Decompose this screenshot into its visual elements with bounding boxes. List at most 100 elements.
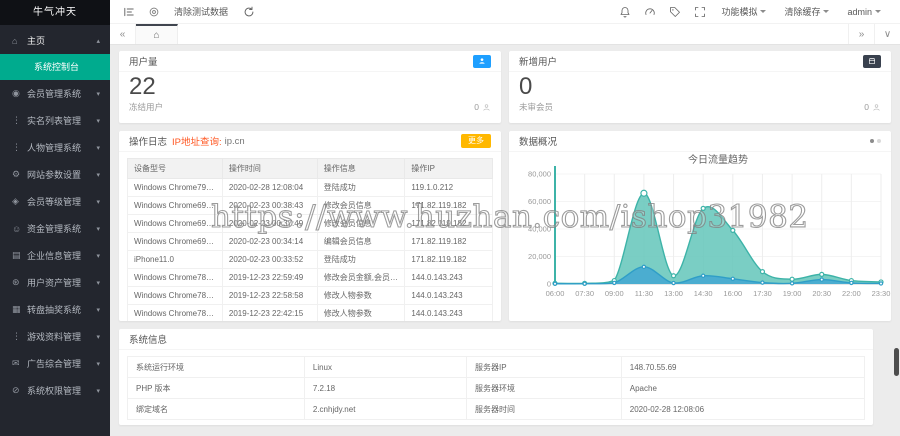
stat-row: 用户量 22 冻结用户 0 新增用户 0 未审会员 0 [119, 51, 891, 123]
fullscreen-icon[interactable] [687, 0, 712, 23]
svg-text:0: 0 [547, 280, 551, 289]
svg-text:09:00: 09:00 [605, 289, 624, 298]
person-outline-icon [483, 103, 490, 111]
table-cell: 修改会员信息 [316, 196, 406, 215]
table-cell: 144.0.143.243 [404, 268, 493, 287]
menu-function-sim[interactable]: 功能模拟 [721, 5, 767, 18]
sidebar-item-permissions[interactable]: ⊘ 系统权限管理 ▾ [0, 377, 110, 404]
chevron-down-icon: ▾ [96, 117, 100, 125]
table-cell: 144.0.143.243 [404, 286, 493, 305]
sidebar-item-ads[interactable]: ✉ 广告综合管理 ▾ [0, 350, 110, 377]
tabs-scroll-right[interactable]: » [848, 24, 874, 44]
card-system-info: 系统信息 系统运行环境 Linux 服务器IP 148.70.55.69 PHP 版本 7… [119, 329, 873, 425]
table-row: 系统运行环境 Linux 服务器IP 148.70.55.69 [127, 356, 866, 378]
sidebar-item-members[interactable]: ◉ 会员管理系统 ▾ [0, 80, 110, 107]
menu-clear-cache[interactable]: 清除缓存 [784, 5, 830, 18]
sidebar-item-game-data[interactable]: ⋮ 游戏资料管理 ▾ [0, 323, 110, 350]
svg-text:20:30: 20:30 [812, 289, 831, 298]
column-header: 操作信息 [316, 158, 406, 179]
sidebar-item-site-params[interactable]: ⚙ 网站参数设置 ▾ [0, 161, 110, 188]
table-cell: 登陆成功 [316, 178, 406, 197]
table-cell: 7.2.18 [303, 377, 468, 399]
table-cell: 服务器环境 [466, 377, 622, 399]
card-title: 系统信息 [129, 335, 168, 346]
tabs-dropdown[interactable]: ∨ [874, 24, 900, 44]
card-title: 用户量 [129, 57, 158, 68]
ip-query-label: IP地址查询: [172, 137, 222, 148]
sidebar-item-funds[interactable]: ☺ 资金管理系统 ▾ [0, 215, 110, 242]
card-title: 操作日志 [129, 137, 168, 148]
sidebar-item-member-level[interactable]: ◈ 会员等级管理 ▾ [0, 188, 110, 215]
bell-icon[interactable] [612, 0, 637, 23]
main-area: 清除测试数据 功能模拟 清除缓存 admin « ⌂ » ∨ 用户量 22 冻结… [110, 0, 900, 436]
collapse-menu-icon[interactable] [116, 0, 141, 23]
sidebar-item-enterprise[interactable]: ▤ 企业信息管理 ▾ [0, 242, 110, 269]
svg-text:17:30: 17:30 [753, 289, 772, 298]
content: 用户量 22 冻结用户 0 新增用户 0 未审会员 0 操作日志 IP地址查询:… [110, 45, 900, 436]
table-cell: Windows Chrome78.0.3 [127, 286, 223, 305]
sidebar-item-label: 转盘抽奖系统 [27, 305, 82, 315]
users-icon: ◉ [12, 88, 20, 98]
table-row: Windows Chrome78.0.3 2019-12-23 22:58:58 修… [127, 286, 493, 305]
more-button[interactable]: 更多 [461, 134, 491, 148]
table-row: 绑定域名 2.cnhjdy.net 服务器时间 2020-02-28 12:08:06 [127, 398, 866, 420]
svg-text:80,000: 80,000 [528, 170, 551, 179]
tabs-scroll-left[interactable]: « [110, 24, 136, 44]
sidebar-item-label: 网站参数设置 [27, 170, 82, 180]
tabbar-right-controls: » ∨ [848, 24, 900, 44]
sidebar-item-home[interactable]: ⌂ 主页 ▴ [0, 27, 110, 54]
chevron-down-icon: ▾ [96, 306, 100, 314]
svg-text:07:30: 07:30 [575, 289, 594, 298]
table-cell: 2020-02-28 12:08:06 [620, 398, 866, 420]
gauge-icon[interactable] [637, 0, 662, 23]
new-users-footer: 未审会员 0 [509, 100, 891, 113]
logs-table: 设备型号 操作时间 操作信息 操作IP Windows Chrome79.0.3 202… [127, 158, 493, 321]
chevron-down-icon: ▾ [96, 198, 100, 206]
sidebar-item-characters[interactable]: ⋮ 人物管理系统 ▾ [0, 134, 110, 161]
table-cell: 2020-02-28 12:08:04 [221, 178, 318, 197]
table-row: Windows Chrome69.0.3 2020-02-23 00:38:43 修… [127, 196, 493, 215]
scrollbar-thumb[interactable] [894, 348, 899, 376]
home-icon: ⌂ [12, 35, 18, 46]
ip-query-link[interactable]: ip.cn [225, 136, 245, 147]
menu-admin[interactable]: admin [847, 7, 881, 17]
tab-home[interactable]: ⌂ [136, 24, 178, 44]
chevron-down-icon: ▾ [96, 360, 100, 368]
svg-text:22:00: 22:00 [842, 289, 861, 298]
clear-test-data-button[interactable]: 清除测试数据 [174, 5, 228, 18]
sidebar-item-user-assets[interactable]: ⊛ 用户资产管理 ▾ [0, 269, 110, 296]
carousel-dot[interactable] [877, 139, 881, 143]
refresh-icon[interactable] [236, 0, 261, 23]
website-icon[interactable] [141, 0, 166, 23]
table-cell: 119.1.0.212 [404, 178, 493, 197]
card-operation-logs: 操作日志 IP地址查询: ip.cn 更多 设备型号 操作时间 操作信息 操作IP W… [119, 131, 501, 321]
carousel-dot-active[interactable] [870, 139, 874, 143]
overview-header: 数据概况 [509, 131, 891, 152]
tag-icon[interactable] [662, 0, 687, 23]
table-cell: 登陆成功 [316, 250, 406, 269]
app-root: 牛气冲天 ⌂ 主页 ▴ 系统控制台 ◉ 会员管理系统 ▾ ⋮ 实名列表管理 ▾ ⋮ 人物管理系统 ▾ ⚙ 网… [0, 0, 900, 436]
table-cell: 修改人物参数 [316, 304, 406, 321]
sidebar-item-lottery[interactable]: ▦ 转盘抽奖系统 ▾ [0, 296, 110, 323]
sidebar-item-realname[interactable]: ⋮ 实名列表管理 ▾ [0, 107, 110, 134]
svg-text:40,000: 40,000 [528, 225, 551, 234]
table-cell: 系统运行环境 [127, 356, 305, 378]
table-cell: Apache [620, 377, 866, 399]
table-cell: Windows Chrome79.0.3 [127, 178, 223, 197]
sidebar-subitem-console[interactable]: 系统控制台 [0, 54, 110, 80]
card-title: 数据概况 [519, 137, 558, 148]
sysinfo-table-body: 系统运行环境 Linux 服务器IP 148.70.55.69 PHP 版本 7.2.18… [127, 356, 866, 420]
new-users-value: 0 [519, 73, 533, 100]
card-user-count-header: 用户量 [119, 51, 501, 72]
table-cell: Linux [303, 356, 468, 378]
table-cell: 服务器时间 [466, 398, 622, 420]
table-cell: 148.70.55.69 [620, 356, 866, 378]
sidebar-item-label: 会员等级管理 [27, 197, 82, 207]
table-cell: 2020-02-23 00:37:49 [221, 214, 318, 233]
footer-label: 冻结用户 [129, 102, 164, 112]
mail-icon: ✉ [12, 358, 20, 368]
card-user-count: 用户量 22 冻结用户 0 [119, 51, 501, 123]
column-header: 设备型号 [127, 158, 223, 179]
table-cell: 171.82.119.182 [404, 196, 493, 215]
sidebar-item-label: 资金管理系统 [27, 224, 82, 234]
